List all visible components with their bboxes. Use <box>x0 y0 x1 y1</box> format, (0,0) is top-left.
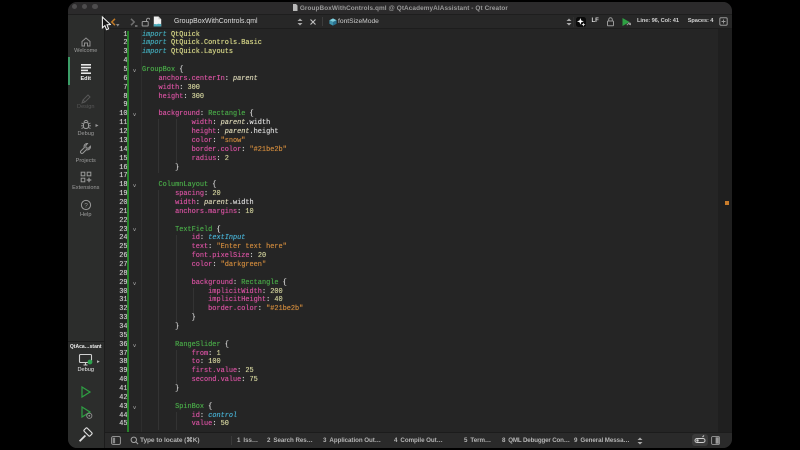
svg-text:?: ? <box>84 202 88 209</box>
